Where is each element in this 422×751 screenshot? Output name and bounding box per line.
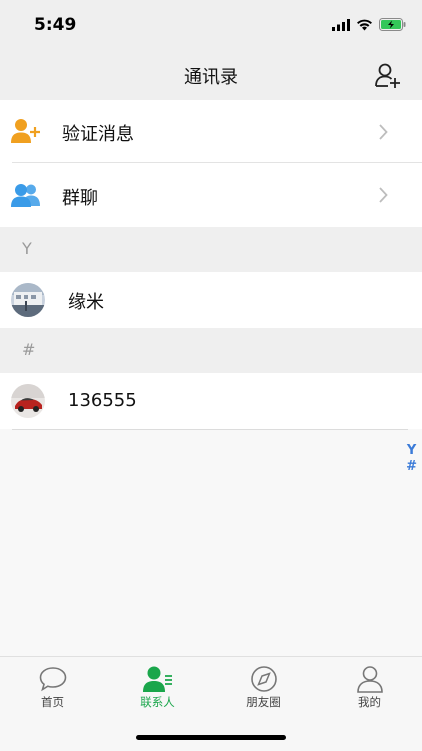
group-chat-label: 群聊 (62, 188, 98, 209)
index-letter-hash[interactable]: # (406, 459, 417, 475)
chat-bubble-icon (39, 667, 66, 692)
avatar (11, 283, 45, 317)
user-add-icon (11, 119, 40, 143)
contact-name: 136555 (68, 390, 137, 411)
battery-icon (379, 18, 406, 31)
tab-me[interactable]: 我的 (317, 657, 422, 717)
section-header-hash: # (0, 328, 422, 373)
index-letter-y[interactable]: Y (406, 443, 417, 459)
compass-icon (250, 666, 277, 692)
tab-label: 首页 (41, 695, 64, 709)
tab-label: 朋友圈 (246, 695, 281, 709)
tab-label: 联系人 (140, 695, 175, 709)
tab-home[interactable]: 首页 (0, 657, 105, 717)
nav-bar: 通讯录 (0, 50, 422, 101)
tab-moments[interactable]: 朋友圈 (211, 657, 316, 717)
tab-label: 我的 (358, 695, 381, 709)
chevron-right-icon (379, 187, 388, 203)
status-icons (332, 18, 406, 31)
page-title: 通讯录 (184, 67, 238, 88)
wifi-icon (357, 19, 372, 30)
add-contact-icon[interactable] (374, 61, 402, 89)
status-time: 5:49 (34, 15, 77, 35)
signal-icon (332, 18, 350, 31)
row-divider (12, 429, 408, 430)
contacts-icon (142, 666, 172, 692)
section-header-y: Y (0, 227, 422, 272)
tab-contacts[interactable]: 联系人 (105, 657, 210, 717)
avatar (11, 384, 45, 418)
group-chat-row[interactable]: 群聊 (0, 163, 422, 227)
section-letter: Y (22, 239, 32, 258)
status-bar: 5:49 (0, 0, 422, 50)
verify-message-label: 验证消息 (62, 124, 134, 145)
verify-message-row[interactable]: 验证消息 (0, 100, 422, 163)
contact-row[interactable]: 136555 (0, 373, 422, 429)
section-letter: # (22, 340, 36, 359)
person-icon (356, 666, 383, 693)
home-indicator (136, 735, 286, 740)
group-icon (11, 184, 40, 207)
entry-group: 验证消息 群聊 (0, 100, 422, 227)
alphabet-index[interactable]: Y # (406, 443, 417, 475)
contact-name: 缘米 (68, 292, 104, 313)
chevron-right-icon (379, 124, 388, 140)
contact-row[interactable]: 缘米 (0, 272, 422, 328)
